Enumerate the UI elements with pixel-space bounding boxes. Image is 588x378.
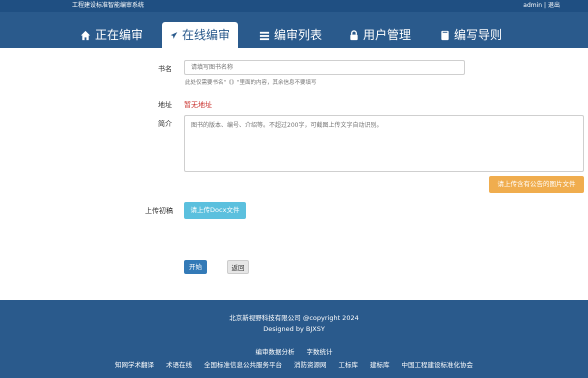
footer-link-data-analysis[interactable]: 编审数据分析 xyxy=(256,346,295,356)
footer-link-std-platform[interactable]: 全国标准信息公共服务平台 xyxy=(204,359,282,369)
tab-label: 编写导则 xyxy=(454,28,503,42)
home-icon xyxy=(80,30,91,40)
tab-label: 在线编审 xyxy=(181,28,230,42)
footer-links-row1: 编审数据分析 字数统计 xyxy=(0,346,588,356)
address-label: 地址 xyxy=(158,101,172,109)
intro-textarea[interactable] xyxy=(184,115,584,172)
tab-review-list[interactable]: 编审列表 xyxy=(259,22,322,48)
book-title-input[interactable] xyxy=(184,60,465,75)
footer: 北京新视野科技有限公司 @copyright 2024 Designed by … xyxy=(0,300,588,378)
footer-link-fire-resources[interactable]: 消防资源网 xyxy=(294,359,327,369)
book-title-label: 书名 xyxy=(158,65,172,73)
footer-link-cnki-translate[interactable]: 知网学术翻译 xyxy=(115,359,154,369)
start-button[interactable]: 开始 xyxy=(184,260,207,274)
book-title-hint: 此处仅需要书名"《》"里面的内容，其余信息不要填写 xyxy=(185,80,317,86)
intro-label: 简介 xyxy=(158,120,172,128)
back-button[interactable]: 返回 xyxy=(227,260,249,274)
upload-image-button[interactable]: 请上传含有公告的图片文件 xyxy=(489,176,584,193)
user-info: admin | 退出 xyxy=(523,0,560,12)
tab-label: 正在编审 xyxy=(95,28,144,42)
footer-link-gongbiaoku[interactable]: 工标库 xyxy=(339,359,359,369)
tab-writing-guide[interactable]: 编写导则 xyxy=(440,22,502,48)
tab-online-review[interactable]: 在线编审 xyxy=(162,22,238,48)
tab-label: 编审列表 xyxy=(274,28,323,42)
footer-links-row2: 知网学术翻译 术语在线 全国标准信息公共服务平台 消防资源网 工标库 建标库 中… xyxy=(0,359,588,369)
lock-icon xyxy=(350,29,358,40)
book-icon xyxy=(441,30,449,40)
top-bar: 工程建设标准智能编审系统 admin | 退出 xyxy=(0,0,588,12)
username: admin xyxy=(523,2,543,9)
designed-by-text: Designed by BJXSY xyxy=(263,325,325,333)
separator: | xyxy=(544,2,547,9)
footer-link-jianbiaoku[interactable]: 建标库 xyxy=(370,359,390,369)
main-nav: 正在编审 在线编审 编审列表 用户管理 编写导则 xyxy=(0,12,588,48)
footer-link-termonline[interactable]: 术语在线 xyxy=(166,359,192,369)
system-name: 工程建设标准智能编审系统 xyxy=(72,2,145,9)
list-icon xyxy=(259,31,270,40)
upload-draft-label: 上传初稿 xyxy=(145,207,173,215)
footer-link-word-count[interactable]: 字数统计 xyxy=(307,346,333,356)
copyright-text: 北京新视野科技有限公司 @copyright 2024 xyxy=(229,314,359,322)
footer-link-cecs[interactable]: 中国工程建设标准化协会 xyxy=(402,359,474,369)
paper-plane-icon xyxy=(170,31,178,39)
tab-label: 用户管理 xyxy=(363,28,412,42)
logout-link[interactable]: 退出 xyxy=(548,2,560,9)
tab-user-management[interactable]: 用户管理 xyxy=(349,22,411,48)
address-value: 暂无地址 xyxy=(184,101,212,109)
tab-in-review[interactable]: 正在编审 xyxy=(80,22,143,48)
upload-docx-button[interactable]: 请上传Docx文件 xyxy=(184,202,246,219)
